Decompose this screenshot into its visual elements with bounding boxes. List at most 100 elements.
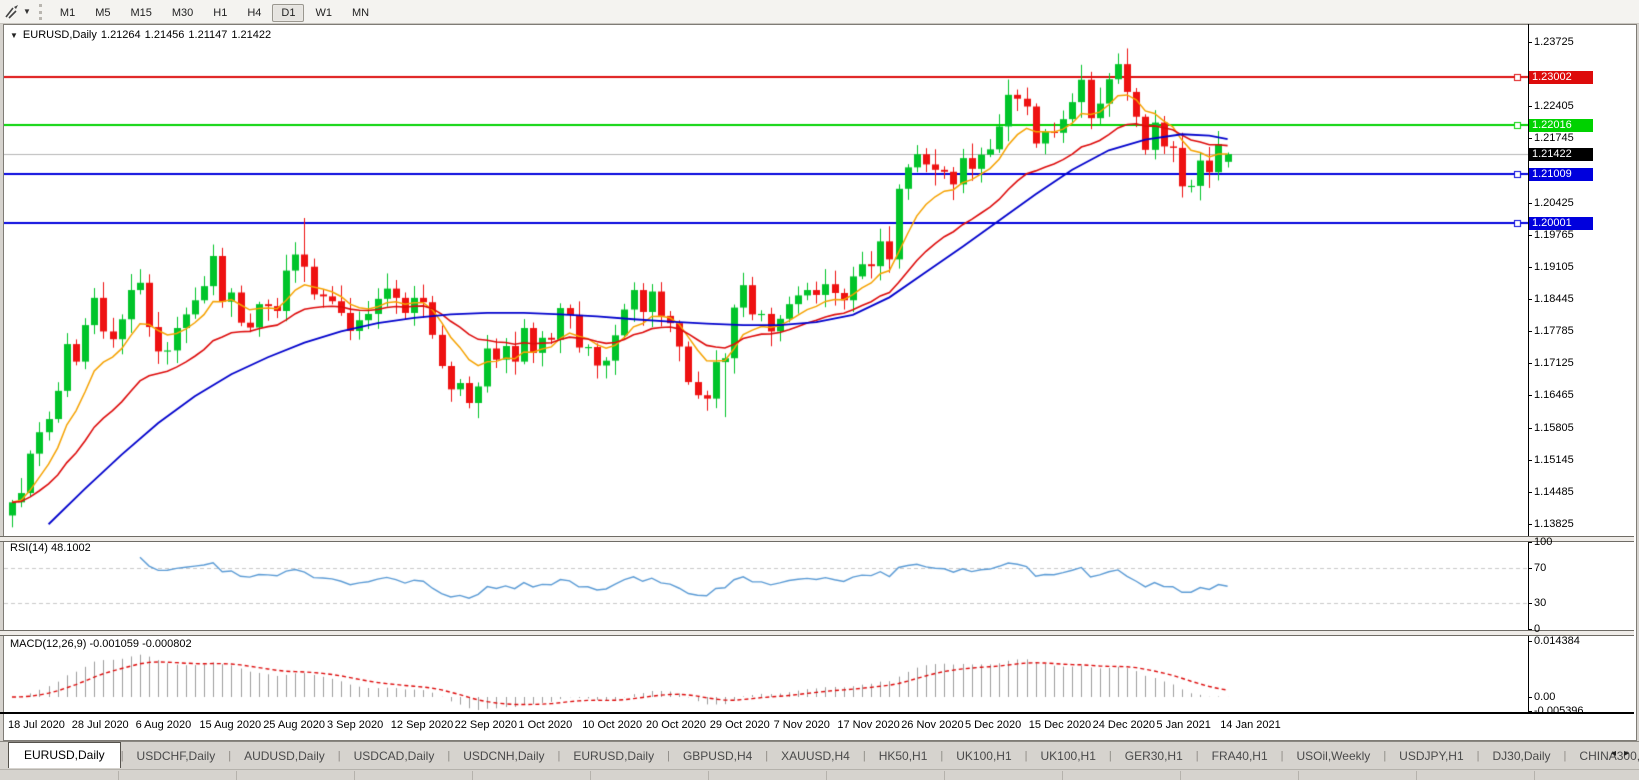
chart-tab-eurusd-daily[interactable]: EURUSD,Daily (560, 745, 667, 768)
timeframe-button-m30[interactable]: M30 (163, 4, 202, 22)
chart-tab-uk100-h1[interactable]: UK100,H1 (943, 745, 1024, 768)
price-level-badge: 1.22016 (1529, 119, 1593, 132)
price-tick-label: 1.16465 (1534, 389, 1574, 401)
strip-tick (236, 771, 237, 780)
axis-tick-mark (1528, 331, 1532, 332)
date-tick-label: 7 Nov 2020 (774, 719, 830, 731)
date-tick-label: 28 Jul 2020 (72, 719, 129, 731)
high-value: 1.21456 (145, 29, 185, 41)
strip-tick (590, 771, 591, 780)
chart-tab-hk50-h1[interactable]: HK50,H1 (866, 745, 941, 768)
scroll-right-icon[interactable]: ▸ (1620, 746, 1633, 761)
date-tick-label: 29 Oct 2020 (710, 719, 770, 731)
date-tick-label: 5 Jan 2021 (1156, 719, 1210, 731)
axis-tick-mark (1528, 460, 1532, 461)
price-tick-label: 1.21745 (1534, 132, 1574, 144)
chart-tabs: EURUSD,Daily|USDCHF,Daily|AUDUSD,Daily|U… (8, 742, 1639, 768)
date-tick-label: 26 Nov 2020 (901, 719, 963, 731)
date-tick-label: 22 Sep 2020 (455, 719, 517, 731)
date-tick-label: 5 Dec 2020 (965, 719, 1021, 731)
date-tick-label: 10 Oct 2020 (582, 719, 642, 731)
chart-tab-dj30-daily[interactable]: DJ30,Daily (1480, 745, 1564, 768)
price-level-badge: 1.21422 (1529, 148, 1593, 161)
chart-tab-fra40-h1[interactable]: FRA40,H1 (1199, 745, 1281, 768)
rsi-macd-splitter[interactable] (0, 630, 1634, 636)
date-tick-label: 15 Aug 2020 (199, 719, 261, 731)
macd-tick-label: 0.014384 (1534, 635, 1580, 647)
date-tick-label: 12 Sep 2020 (391, 719, 453, 731)
timeframe-toolbar: ▼ M1M5M15M30H1H4D1W1MN (0, 0, 1639, 24)
chart-canvas[interactable] (4, 24, 1528, 713)
price-tick-label: 1.13825 (1534, 518, 1574, 530)
chevron-down-icon[interactable]: ▼ (23, 7, 31, 16)
tab-scroll-arrows: ◂▸ (1607, 748, 1633, 759)
scroll-left-icon[interactable]: ◂ (1607, 746, 1620, 761)
chart-ohlc-header: ▼EURUSD,Daily1.212641.214561.211471.2142… (10, 29, 275, 41)
price-level-badge: 1.21009 (1529, 168, 1593, 181)
chart-tab-usdchf-daily[interactable]: USDCHF,Daily (124, 745, 229, 768)
price-tick-label: 1.23725 (1534, 36, 1574, 48)
strip-tick (1534, 771, 1535, 780)
axis-tick-mark (1528, 235, 1532, 236)
chart-tab-xauusd-h4[interactable]: XAUUSD,H4 (768, 745, 863, 768)
chart-tab-usdjpy-h1[interactable]: USDJPY,H1 (1386, 745, 1476, 768)
axis-tick-mark (1528, 299, 1532, 300)
timeframe-button-m5[interactable]: M5 (86, 4, 119, 22)
strip-tick (944, 771, 945, 780)
axis-tick-mark (1528, 641, 1532, 642)
macd-label: MACD(12,26,9) -0.001059 -0.000802 (10, 638, 192, 650)
chart-tab-audusd-daily[interactable]: AUDUSD,Daily (231, 745, 338, 768)
axis-tick-mark (1528, 711, 1532, 712)
main-rsi-splitter[interactable] (0, 536, 1634, 542)
price-tick-label: 1.15805 (1534, 422, 1574, 434)
timeframe-button-w1[interactable]: W1 (306, 4, 341, 22)
price-level-badge: 1.20001 (1529, 217, 1593, 230)
rsi-label: RSI(14) 48.1002 (10, 542, 91, 554)
chevron-down-icon[interactable]: ▼ (10, 31, 18, 40)
strip-tick (708, 771, 709, 780)
axis-tick-mark (1528, 629, 1532, 630)
strip-tick (1062, 771, 1063, 780)
axis-tick-mark (1528, 42, 1532, 43)
strip-tick (472, 771, 473, 780)
symbol-period-label: EURUSD,Daily (23, 29, 97, 41)
price-tick-label: 1.19765 (1534, 229, 1574, 241)
rsi-tick-label: 30 (1534, 597, 1546, 609)
timeframe-button-h4[interactable]: H4 (238, 4, 270, 22)
axis-tick-mark (1528, 363, 1532, 364)
rsi-tick-label: 100 (1534, 536, 1552, 548)
chart-tab-usoil-weekly[interactable]: USOil,Weekly (1284, 745, 1384, 768)
date-tick-label: 6 Aug 2020 (136, 719, 192, 731)
axis-tick-mark (1528, 267, 1532, 268)
timeframe-button-d1[interactable]: D1 (272, 4, 304, 22)
chart-tab-uk100-h1[interactable]: UK100,H1 (1028, 745, 1109, 768)
timeframe-button-mn[interactable]: MN (343, 4, 378, 22)
timeframe-button-m1[interactable]: M1 (51, 4, 84, 22)
date-tick-label: 25 Aug 2020 (263, 719, 325, 731)
chart-tab-usdcnh-daily[interactable]: USDCNH,Daily (450, 745, 557, 768)
timeframe-buttons: M1M5M15M30H1H4D1W1MN (50, 3, 379, 21)
chart-tab-ger30-h1[interactable]: GER30,H1 (1112, 745, 1196, 768)
macd-tick-label: -0.005396 (1534, 705, 1584, 717)
axis-tick-mark (1528, 106, 1532, 107)
timeframe-button-h1[interactable]: H1 (204, 4, 236, 22)
strip-tick (1180, 771, 1181, 780)
chart-tab-eurusd-daily[interactable]: EURUSD,Daily (8, 742, 121, 768)
rsi-tick-label: 70 (1534, 562, 1546, 574)
toolbar-grip-handle[interactable] (39, 4, 42, 20)
axis-tick-mark (1528, 428, 1532, 429)
date-tick-label: 17 Nov 2020 (837, 719, 899, 731)
price-tick-label: 1.17125 (1534, 357, 1574, 369)
axis-tick-mark (1528, 138, 1532, 139)
price-tick-label: 1.18445 (1534, 293, 1574, 305)
chart-tab-usdcad-daily[interactable]: USDCAD,Daily (341, 745, 448, 768)
chart-tab-gbpusd-h4[interactable]: GBPUSD,H4 (670, 745, 765, 768)
timeframe-button-m15[interactable]: M15 (121, 4, 160, 22)
strip-tick (118, 771, 119, 780)
price-tick-label: 1.14485 (1534, 486, 1574, 498)
date-tick-label: 15 Dec 2020 (1029, 719, 1091, 731)
tab-scroll-strip[interactable] (0, 769, 1639, 780)
crosshair-cursor-icon[interactable] (2, 3, 22, 21)
price-tick-label: 1.15145 (1534, 454, 1574, 466)
rsi-tick-label: 0 (1534, 623, 1540, 635)
